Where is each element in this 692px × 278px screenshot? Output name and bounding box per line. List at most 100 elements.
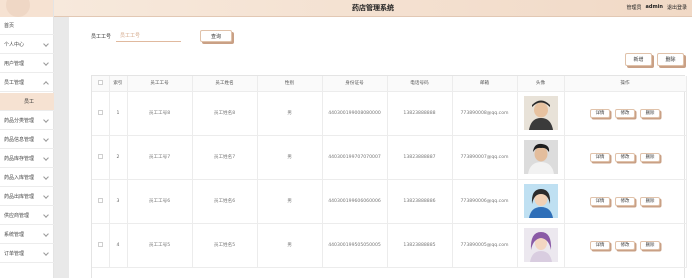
cell-phone: 13823888887 <box>387 135 453 180</box>
table-header-row: 索引 员工工号 员工姓名 性别 身份证号 电话号码 邮箱 头像 操作 <box>92 76 687 92</box>
cell-index: 2 <box>109 135 128 180</box>
sidebar-item-drug-inbound[interactable]: 药品入库管理 <box>0 169 54 187</box>
delete-button[interactable]: 删除 <box>640 240 660 250</box>
chevron-down-icon <box>43 136 49 142</box>
sidebar-item-home[interactable]: 首页 <box>0 17 54 35</box>
row-select[interactable] <box>92 135 110 180</box>
cell-index: 1 <box>109 91 128 136</box>
cell-gender: 男 <box>257 91 323 136</box>
cell-emp-no: 员工工号6 <box>127 179 193 224</box>
sidebar-header <box>0 0 53 17</box>
select-all-header[interactable] <box>92 76 110 92</box>
sidebar-item-label: 订单管理 <box>4 251 25 257</box>
cell-emp-no: 员工工号7 <box>127 135 193 180</box>
cell-id-card: 440300199606060006 <box>322 179 388 224</box>
sidebar-item-profile[interactable]: 个人中心 <box>0 36 54 54</box>
sidebar-item-drug-category[interactable]: 药品分类管理 <box>0 112 54 130</box>
cell-gender: 男 <box>257 135 323 180</box>
batch-delete-button[interactable]: 删除 <box>657 53 684 66</box>
sidebar-item-label: 药品信息管理 <box>4 137 35 143</box>
cell-email: 773890006@qq.com <box>452 179 518 224</box>
cell-index: 4 <box>109 223 128 268</box>
detail-button[interactable]: 详情 <box>590 152 610 162</box>
sidebar-item-orders[interactable]: 订单管理 <box>0 245 54 263</box>
sidebar-item-label: 药品库存管理 <box>4 156 35 162</box>
checkbox[interactable] <box>97 80 103 86</box>
chevron-down-icon <box>43 212 49 218</box>
column-header: 员工工号 <box>127 76 193 92</box>
logout-link[interactable]: 退出登录 <box>667 4 687 11</box>
edit-button[interactable]: 修改 <box>615 108 635 118</box>
checkbox[interactable] <box>97 198 103 203</box>
sidebar-item-label: 药品分类管理 <box>4 118 35 124</box>
edit-button[interactable]: 修改 <box>615 196 635 206</box>
cell-avatar <box>517 135 565 180</box>
column-header: 员工姓名 <box>192 76 258 92</box>
app-title: 药店管理系统 <box>352 4 394 12</box>
column-header: 性别 <box>257 76 323 92</box>
main-panel: 员工工号 查询 新增 删除 索引 员工工号 员工姓名 性别 身份证号 电 <box>69 17 692 278</box>
cell-id-card: 440300199008080000 <box>322 91 388 136</box>
checkbox[interactable] <box>97 110 103 115</box>
detail-button[interactable]: 详情 <box>590 240 610 250</box>
detail-button[interactable]: 详情 <box>590 108 610 118</box>
sidebar: 首页 个人中心 用户管理 员工管理 员工 药品分类管理 药品信息管理 药品库存管… <box>0 0 54 278</box>
chevron-down-icon <box>43 117 49 123</box>
column-header: 操作 <box>564 76 687 92</box>
sidebar-item-system[interactable]: 系统管理 <box>0 226 54 244</box>
chevron-down-icon <box>43 193 49 199</box>
detail-button[interactable]: 详情 <box>590 196 610 206</box>
employee-photo <box>523 96 558 130</box>
sidebar-item-drug-info[interactable]: 药品信息管理 <box>0 131 54 149</box>
row-select[interactable] <box>92 179 110 224</box>
sidebar-subitem-employee[interactable]: 员工 <box>0 93 54 111</box>
search-input[interactable] <box>116 30 182 42</box>
table-row: 2 员工工号7 员工姓名7 男 440300199707070007 13823… <box>92 135 687 180</box>
delete-button[interactable]: 删除 <box>640 196 660 206</box>
sidebar-item-label: 供应商管理 <box>4 213 30 219</box>
checkbox[interactable] <box>97 242 103 247</box>
delete-button[interactable]: 删除 <box>640 152 660 162</box>
sidebar-item-label: 药品入库管理 <box>4 175 35 181</box>
sidebar-item-label: 药品出库管理 <box>4 194 35 200</box>
checkbox[interactable] <box>97 154 103 159</box>
cell-emp-no: 员工工号8 <box>127 91 193 136</box>
cell-phone: 13823888886 <box>387 179 453 224</box>
top-header: 药店管理系统 管理员 admin 退出登录 <box>54 0 692 17</box>
cell-phone: 13823888885 <box>387 223 453 268</box>
column-header: 头像 <box>517 76 565 92</box>
search-bar: 员工工号 查询 <box>91 30 233 42</box>
cell-name: 员工姓名5 <box>192 223 258 268</box>
search-button[interactable]: 查询 <box>200 30 233 42</box>
sidebar-item-label: 用户管理 <box>4 61 25 67</box>
cell-actions: 详情 修改 删除 <box>564 135 687 180</box>
chevron-down-icon <box>43 155 49 161</box>
cell-actions: 详情 修改 删除 <box>564 91 687 136</box>
row-select[interactable] <box>92 91 110 136</box>
sidebar-item-drug-outbound[interactable]: 药品出库管理 <box>0 188 54 206</box>
sidebar-item-employees[interactable]: 员工管理 <box>0 74 54 92</box>
column-header: 身份证号 <box>322 76 388 92</box>
cell-avatar <box>517 91 565 136</box>
edit-button[interactable]: 修改 <box>615 240 635 250</box>
employee-photo <box>523 228 558 262</box>
add-button[interactable]: 新增 <box>625 53 652 66</box>
sidebar-item-label: 首页 <box>4 23 15 29</box>
sidebar-item-label: 个人中心 <box>4 42 25 48</box>
cell-email: 773890008@qq.com <box>452 91 518 136</box>
user-role: 管理员 <box>626 5 642 11</box>
avatar <box>6 0 30 17</box>
cell-name: 员工姓名6 <box>192 179 258 224</box>
sidebar-item-users[interactable]: 用户管理 <box>0 55 54 73</box>
cell-gender: 男 <box>257 179 323 224</box>
cell-avatar <box>517 223 565 268</box>
sidebar-item-label: 员工 <box>23 99 34 105</box>
delete-button[interactable]: 删除 <box>640 108 660 118</box>
cell-actions: 详情 修改 删除 <box>564 223 687 268</box>
edit-button[interactable]: 修改 <box>615 152 635 162</box>
row-select[interactable] <box>92 223 110 268</box>
sidebar-item-suppliers[interactable]: 供应商管理 <box>0 207 54 225</box>
sidebar-item-drug-stock[interactable]: 药品库存管理 <box>0 150 54 168</box>
search-label: 员工工号 <box>91 33 112 40</box>
employee-photo <box>523 140 558 174</box>
